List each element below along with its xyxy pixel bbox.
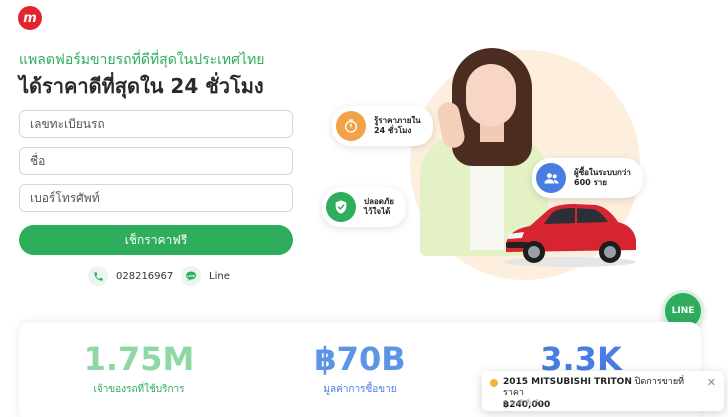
line-chat-label: LINE xyxy=(671,306,695,316)
brand-logo-letter: m xyxy=(23,10,37,26)
notification-time: 5 นาที ที่แล้ว xyxy=(503,399,543,407)
feature-buyers-label: ผู้ซื้อในระบบกว่า 600 ราย xyxy=(574,167,631,187)
shield-check-icon xyxy=(326,192,356,222)
phone-icon xyxy=(88,266,108,286)
check-price-button[interactable]: เช็กราคาฟรี xyxy=(19,225,293,255)
stat-owners: 1.75M เจ้าของรถที่ใช้บริการ xyxy=(39,340,239,397)
notification-status-dot xyxy=(490,379,498,387)
svg-text:LINE: LINE xyxy=(187,274,195,278)
stat-owners-label: เจ้าของรถที่ใช้บริการ xyxy=(93,384,185,395)
hero-woman-face xyxy=(466,64,516,126)
contact-line-label: Line xyxy=(209,270,230,282)
brand-logo[interactable]: m xyxy=(18,6,42,30)
feature-safe-label: ปลอดภัย ไว้ใจได้ xyxy=(364,196,394,216)
stopwatch-icon xyxy=(336,111,366,141)
sale-notification: 2015 MITSUBISHI TRITON ปิดการขายที่ราคา … xyxy=(482,371,724,411)
phone-input[interactable] xyxy=(19,184,293,212)
feature-buyers: ผู้ซื้อในระบบกว่า 600 ราย xyxy=(532,158,643,198)
feature-price-24h-label: รู้ราคาภายใน 24 ชั่วโมง xyxy=(374,115,421,135)
contact-phone-number: 028216967 xyxy=(116,270,174,282)
stat-trade-value: ฿70B มูลค่าการซื้อขาย xyxy=(260,340,460,397)
hero-tagline: แพลตฟอร์มขายรถที่ดีที่สุดในประเทศไทย xyxy=(19,52,265,68)
line-app-icon: LINE xyxy=(181,266,201,286)
notification-car: 2015 MITSUBISHI TRITON xyxy=(503,377,632,387)
stat-owners-value: 1.75M xyxy=(83,340,195,378)
users-icon xyxy=(536,163,566,193)
stat-trade-value-label: มูลค่าการซื้อขาย xyxy=(323,384,397,395)
red-car-image xyxy=(504,204,636,267)
feature-price-24h: รู้ราคาภายใน 24 ชั่วโมง xyxy=(332,106,433,146)
close-icon[interactable]: ✕ xyxy=(707,376,716,389)
stat-trade-value-value: ฿70B xyxy=(314,340,406,378)
feature-safe: ปลอดภัย ไว้ใจได้ xyxy=(322,187,406,227)
name-input[interactable] xyxy=(19,147,293,175)
contact-phone[interactable]: 028216967 xyxy=(88,266,173,286)
contact-line[interactable]: LINE Line xyxy=(181,266,230,286)
hero-headline: ได้ราคาดีที่สุดใน 24 ชั่วโมง xyxy=(19,74,264,98)
plate-number-input[interactable] xyxy=(19,110,293,138)
